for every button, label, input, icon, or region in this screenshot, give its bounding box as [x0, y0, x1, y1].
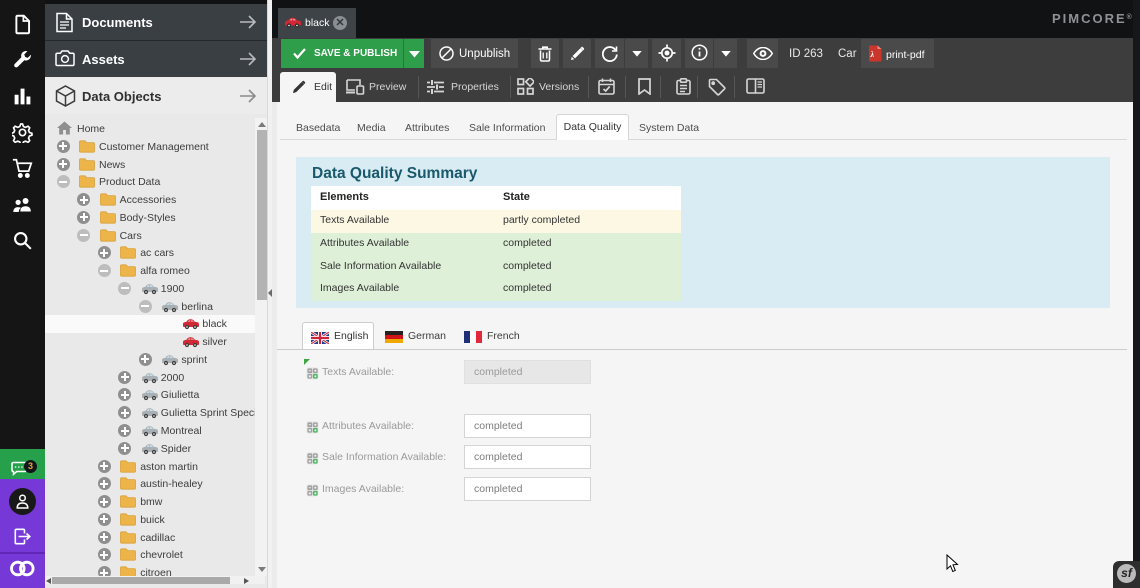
svg-text:λ: λ: [870, 50, 875, 59]
